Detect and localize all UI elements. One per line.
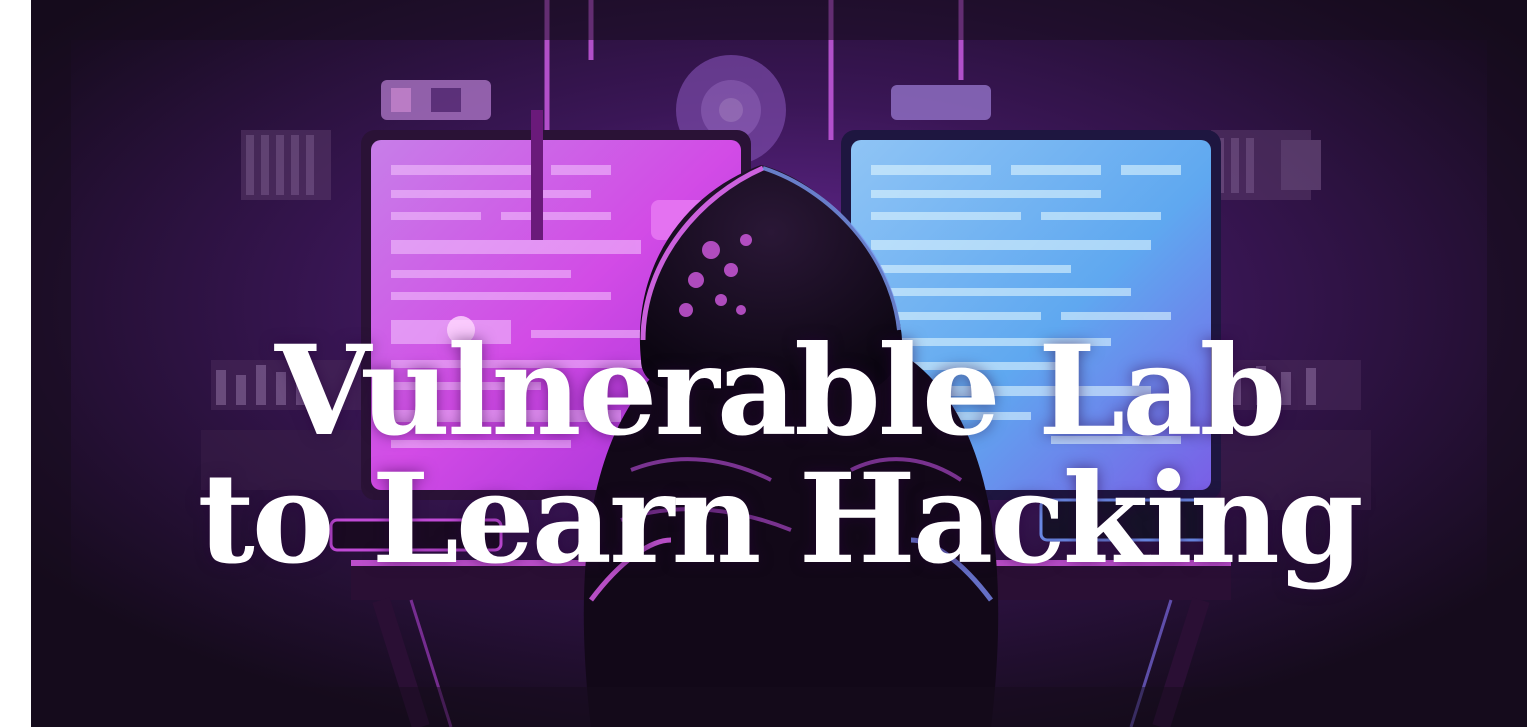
banner-title-line-2: to Learn Hacking bbox=[197, 447, 1363, 592]
banner-title-line-1: Vulnerable Lab bbox=[274, 319, 1286, 464]
hero-banner: Vulnerable Lab to Learn Hacking bbox=[31, 0, 1527, 727]
banner-title: Vulnerable Lab to Learn Hacking bbox=[31, 328, 1527, 584]
